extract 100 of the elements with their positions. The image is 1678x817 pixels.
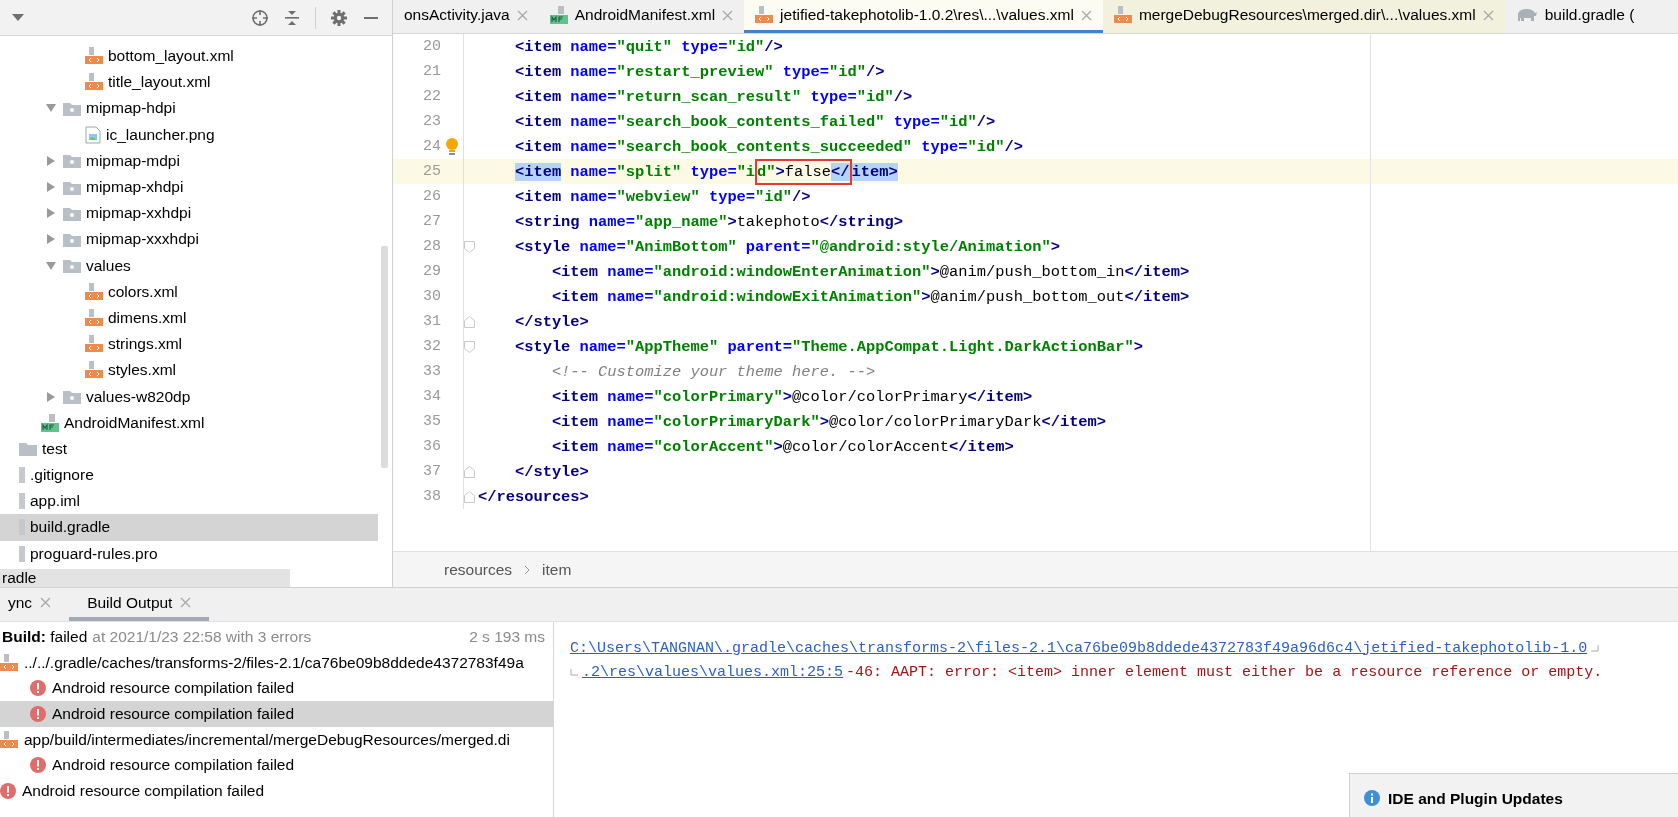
tree-item[interactable]: mipmap-xxxhdpi [0, 226, 392, 253]
code-line: </style> [514, 462, 589, 481]
collapsed-arrow-icon[interactable] [45, 390, 57, 403]
xml-file-icon [755, 6, 774, 24]
build-tree-item[interactable]: app/build/intermediates/incremental/mergeDebugResources/merged.di [0, 726, 553, 753]
tree-item[interactable]: title_layout.xml [0, 69, 392, 96]
close-icon[interactable] [722, 9, 734, 21]
selected-code: </ [831, 162, 850, 181]
elephant-icon [1515, 7, 1538, 23]
expanded-arrow-icon[interactable] [45, 259, 57, 272]
tree-item[interactable]: dimens.xml [0, 304, 392, 332]
code-line: <string name="app_name">takephoto</string> [514, 212, 903, 231]
file-link[interactable]: C:\Users\TANGNAN\.gradle\caches\transforms-2\files-2.1\ca76be09b8ddede4372783f49a96d6c4\jetified-takephotolib-1.0 [570, 639, 1588, 657]
xml-file-icon [1113, 6, 1132, 24]
line-number: 29 [422, 263, 441, 280]
line-number: 36 [422, 438, 441, 455]
file-icon [19, 467, 25, 484]
tree-item[interactable]: mipmap-mdpi [0, 147, 392, 174]
code-text: "i [736, 162, 756, 181]
close-icon[interactable] [1482, 9, 1494, 21]
tree-item[interactable]: proguard-rules.pro [0, 540, 392, 567]
chevron-icon [524, 564, 531, 575]
dropdown-caret-icon[interactable] [12, 13, 24, 22]
error-icon [30, 680, 46, 697]
collapsed-arrow-icon[interactable] [45, 181, 57, 194]
code-line: <item name="colorPrimaryDark">@color/colorPrimaryDark</item> [551, 412, 1107, 431]
build-tree-item[interactable]: Android resource compilation failed [0, 778, 553, 804]
code-line: <item name="restart_preview" type="id"/> [514, 62, 885, 81]
tree-item[interactable]: AndroidManifest.xml [0, 409, 392, 436]
tree-item[interactable]: .gitignore [0, 462, 392, 489]
tree-item[interactable]: values-w820dp [0, 383, 392, 410]
line-number: 34 [422, 388, 441, 405]
fold-icon[interactable] [464, 340, 475, 353]
code-line: <item name="quit" type="id"/> [514, 37, 783, 56]
error-icon [30, 705, 46, 722]
tree-item[interactable]: strings.xml [0, 331, 392, 358]
line-number: 31 [422, 313, 441, 330]
build-status: Build: failed [2, 627, 88, 646]
tree-item[interactable]: styles.xml [0, 357, 392, 384]
tree-item[interactable]: ic_launcher.png [0, 121, 392, 148]
tree-item[interactable]: test [0, 435, 392, 462]
close-icon[interactable] [1080, 9, 1092, 21]
editor-tab[interactable]: build.gradle ( [1504, 0, 1646, 33]
fold-icon[interactable] [464, 240, 475, 253]
tool-tab[interactable]: ync [0, 588, 70, 621]
collapsed-arrow-icon[interactable] [45, 207, 57, 220]
breadcrumb-item[interactable]: resources [444, 560, 513, 579]
line-number: 33 [422, 363, 441, 380]
tool-window-tab[interactable]: radle [0, 569, 37, 587]
collapsed-arrow-icon[interactable] [45, 233, 57, 246]
build-tree-item[interactable]: Android resource compilation failed [0, 675, 553, 702]
tree-item[interactable]: build.gradle [0, 514, 378, 541]
code-line: <item name="android:windowExitAnimation">@anim/push_bottom_out</item> [551, 287, 1190, 306]
file-link[interactable]: .2\res\values\values.xml:25:5 [582, 663, 844, 681]
code-line: <item name="search_book_contents_failed" type="id"/> [514, 112, 996, 131]
editor-tab[interactable]: AndroidManifest.xml [538, 0, 745, 33]
close-icon[interactable] [180, 597, 192, 608]
code-line: </style> [514, 312, 589, 331]
scrollbar[interactable] [381, 246, 388, 468]
editor-tab[interactable]: onsActivity.java [393, 0, 539, 33]
xml-file-icon [85, 308, 103, 327]
build-tree-item[interactable]: Android resource compilation failed [0, 701, 553, 727]
code-text: "split" [616, 162, 682, 181]
fold-icon[interactable] [464, 465, 475, 478]
horizontal-scrollbar[interactable]: radle [0, 569, 290, 587]
notification-card[interactable]: IDE and Plugin Updates [1349, 773, 1678, 817]
settings-icon[interactable] [330, 8, 348, 27]
tree-item[interactable]: mipmap-xhdpi [0, 173, 392, 201]
code-line: <item name="return_scan_result" type="id"/> [514, 87, 913, 106]
tree-item[interactable]: values [0, 252, 392, 279]
close-icon[interactable] [40, 597, 52, 608]
editor-tab[interactable]: jetified-takephotolib-1.0.2\res\...\values.xml [744, 0, 1103, 33]
close-icon[interactable] [516, 9, 528, 21]
line-number: 24 [422, 138, 441, 155]
lightbulb-icon[interactable] [445, 136, 459, 157]
collapsed-arrow-icon[interactable] [45, 154, 57, 167]
folder-icon [63, 205, 81, 221]
tree-item[interactable]: colors.xml [0, 278, 392, 305]
code-line: <item name="webview" type="id"/> [514, 187, 811, 206]
tool-tab[interactable]: Build Output [69, 588, 210, 621]
folder-icon [63, 389, 81, 405]
fold-icon[interactable] [464, 315, 475, 328]
build-tree-item[interactable]: Android resource compilation failed [0, 752, 553, 779]
fold-icon[interactable] [464, 490, 475, 503]
code-text: d" [757, 162, 776, 181]
xml-file-icon [85, 361, 103, 380]
tree-item[interactable]: app.iml [0, 488, 392, 515]
manifest-file-icon [549, 6, 568, 24]
selected-code: <item [514, 162, 562, 181]
editor-tab[interactable]: mergeDebugResources\merged.dir\...\values.xml [1102, 0, 1505, 33]
code-line: <item name="android:windowEnterAnimation">@anim/push_bottom_in</item> [551, 262, 1190, 281]
locate-icon[interactable] [251, 8, 269, 27]
build-tree-item[interactable]: ../../.gradle/caches/transforms-2/files-2.1/ca76be09b8ddede4372783f49a [0, 649, 553, 676]
tree-item[interactable]: mipmap-xxhdpi [0, 200, 392, 227]
breadcrumb-item[interactable]: item [542, 560, 572, 579]
tree-item[interactable]: mipmap-hdpi [0, 95, 392, 122]
error-icon [30, 757, 46, 774]
tree-item[interactable]: bottom_layout.xml [0, 43, 392, 70]
code-line: <item name="colorPrimary">@color/colorPrimary</item> [551, 387, 1033, 406]
collapse-all-icon[interactable] [283, 8, 301, 27]
